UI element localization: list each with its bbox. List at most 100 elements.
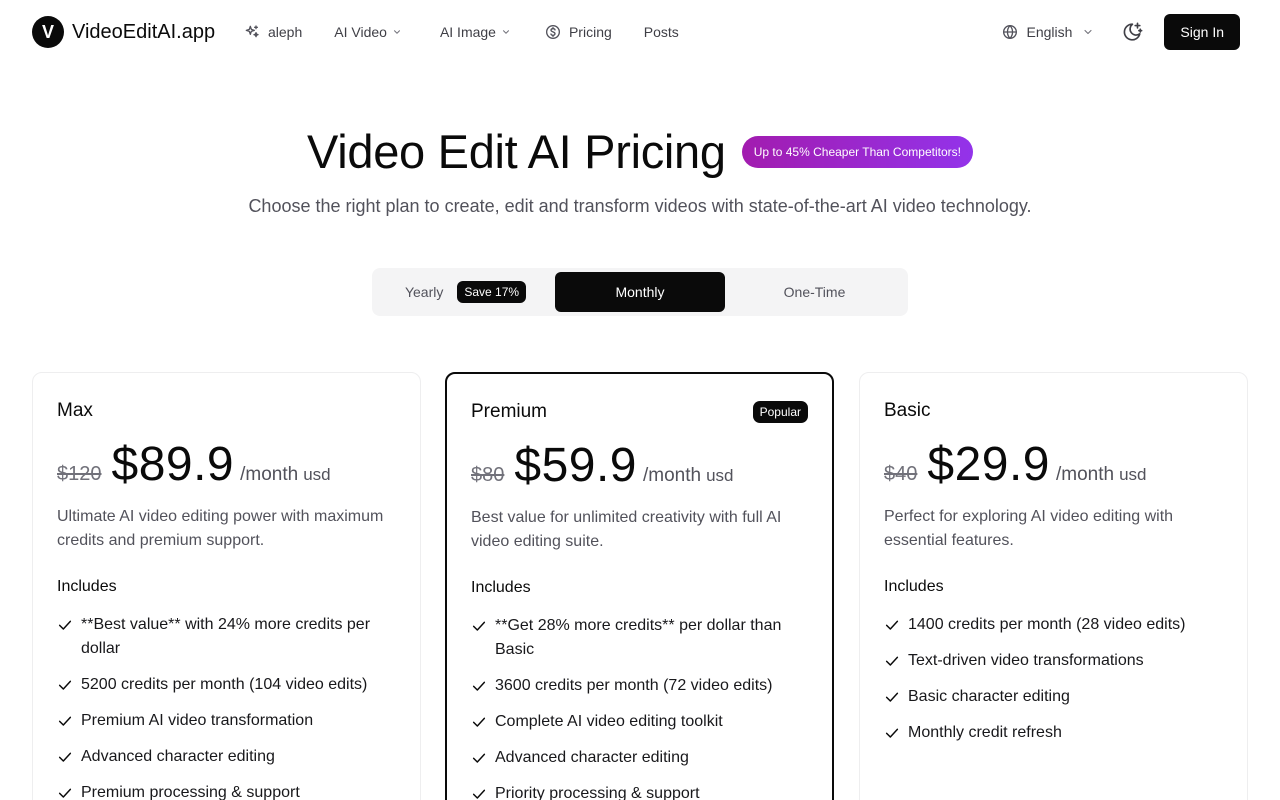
nav-posts[interactable]: Posts (644, 22, 679, 42)
price-period: /month (643, 465, 702, 486)
nav-aleph-label: aleph (268, 24, 303, 40)
feature-text: Monthly credit refresh (908, 724, 1062, 741)
check-icon (472, 789, 486, 799)
nav-aleph[interactable]: aleph (244, 22, 302, 42)
page-subtitle: Choose the right plan to create, edit an… (248, 196, 1032, 216)
check-icon (472, 753, 486, 763)
moon-sparkle-icon (1124, 22, 1143, 41)
feature-text: Text-driven video transformations (908, 652, 1144, 669)
chevron-down-icon (393, 30, 400, 34)
plan-description: Perfect for exploring AI video editing w… (884, 508, 1174, 549)
price-row: $40 $29.9 /month usd (884, 437, 1147, 492)
language-label: English (1026, 24, 1073, 40)
plan-card-premium: Premium Popular $80 $59.9 /month usd Bes… (445, 372, 834, 800)
feature-item: Basic character editing (884, 685, 1224, 709)
feature-item: Complete AI video editing toolkit (471, 710, 811, 734)
feature-item: Priority processing & support (471, 782, 811, 800)
plan-name: Premium (471, 401, 548, 422)
plan-description: Ultimate AI video editing power with max… (57, 508, 384, 549)
hero: Video Edit AI Pricing Up to 45% Cheaper … (0, 124, 1280, 179)
sign-in-button[interactable]: Sign In (1164, 14, 1240, 50)
sparkles-icon (245, 25, 259, 38)
save-badge: Save 17% (457, 281, 527, 303)
plan-name: Basic (884, 400, 931, 421)
header-tools: English Sign In (1002, 14, 1240, 50)
feature-text: **Best value** with 24% more credits per… (81, 616, 371, 657)
feature-list: **Best value** with 24% more credits per… (57, 613, 397, 800)
feature-list: 1400 credits per month (28 video edits) T… (884, 613, 1224, 757)
site-logo[interactable]: V VideoEditAI.app (32, 16, 215, 48)
price-period: /month (1056, 464, 1115, 485)
feature-item: Premium AI video transformation (57, 709, 397, 733)
check-icon (58, 620, 72, 630)
check-icon (885, 728, 899, 738)
page-title: Video Edit AI Pricing (307, 125, 726, 178)
tab-one-time-label: One-Time (783, 284, 846, 300)
tab-one-time[interactable]: One-Time (725, 272, 904, 312)
feature-item: **Best value** with 24% more credits per… (57, 613, 397, 661)
feature-item: Advanced character editing (471, 746, 811, 770)
check-icon (472, 621, 486, 631)
globe-icon (1003, 25, 1018, 39)
price: $59.9 (514, 439, 637, 492)
theme-toggle-button[interactable] (1120, 20, 1144, 44)
feature-list: **Get 28% more credits** per dollar than… (471, 614, 811, 800)
check-icon (472, 717, 486, 727)
feature-item: 3600 credits per month (72 video edits) (471, 674, 811, 698)
old-price: $120 (57, 463, 102, 485)
price: $89.9 (111, 438, 235, 491)
old-price: $80 (471, 464, 505, 486)
nav-pricing-label: Pricing (568, 24, 612, 40)
nav-ai-video[interactable]: AI Video (334, 22, 402, 42)
billing-period-toggle: Yearly Save 17% Monthly One-Time (372, 268, 908, 316)
old-price: $40 (884, 463, 918, 485)
feature-text: **Get 28% more credits** per dollar than… (495, 617, 782, 658)
price-row: $120 $89.9 /month usd (57, 437, 331, 492)
feature-text: Advanced character editing (495, 749, 689, 766)
feature-item: 1400 credits per month (28 video edits) (884, 613, 1224, 637)
feature-text: Basic character editing (908, 688, 1070, 705)
feature-text: Complete AI video editing toolkit (495, 713, 723, 730)
tab-monthly-label: Monthly (615, 284, 665, 300)
nav-pricing[interactable]: Pricing (545, 22, 612, 42)
language-selector[interactable]: English (1002, 24, 1094, 40)
tab-yearly[interactable]: Yearly Save 17% (376, 272, 555, 312)
price-currency: usd (303, 465, 331, 484)
includes-label: Includes (57, 578, 117, 595)
feature-text: 3600 credits per month (72 video edits) (495, 677, 773, 694)
feature-text: Priority processing & support (495, 785, 700, 800)
main-nav: aleph AI Video AI Image Pricing Posts (244, 22, 679, 42)
plan-card-basic: Basic $40 $29.9 /month usd Perfect for e… (859, 372, 1248, 800)
plan-card-max: Max $120 $89.9 /month usd Ultimate AI vi… (32, 372, 421, 800)
nav-ai-video-label: AI Video (334, 24, 387, 40)
plan-name: Max (57, 400, 93, 421)
logo-mark: V (32, 16, 64, 48)
dollar-circle-icon (545, 25, 560, 39)
feature-item: Monthly credit refresh (884, 721, 1224, 745)
check-icon (885, 656, 899, 666)
nav-ai-image[interactable]: AI Image (440, 22, 511, 42)
check-icon (58, 752, 72, 762)
feature-text: 5200 credits per month (104 video edits) (81, 676, 368, 693)
includes-label: Includes (884, 578, 944, 595)
price-currency: usd (706, 466, 734, 485)
tab-monthly[interactable]: Monthly (555, 272, 725, 312)
feature-item: Text-driven video transformations (884, 649, 1224, 673)
feature-item: **Get 28% more credits** per dollar than… (471, 614, 811, 662)
check-icon (58, 680, 72, 690)
check-icon (58, 716, 72, 726)
feature-item: Advanced character editing (57, 745, 397, 769)
feature-item: 5200 credits per month (104 video edits) (57, 673, 397, 697)
feature-item: Premium processing & support (57, 781, 397, 800)
chevron-down-icon (502, 30, 509, 34)
price-period: /month (240, 464, 299, 485)
feature-text: Premium AI video transformation (81, 712, 314, 729)
check-icon (472, 681, 486, 691)
feature-text: Advanced character editing (81, 748, 275, 765)
feature-text: 1400 credits per month (28 video edits) (908, 616, 1186, 633)
includes-label: Includes (471, 579, 531, 596)
feature-text: Premium processing & support (81, 784, 300, 800)
price-currency: usd (1119, 465, 1147, 484)
check-icon (885, 692, 899, 702)
plan-description: Best value for unlimited creativity with… (471, 509, 782, 550)
